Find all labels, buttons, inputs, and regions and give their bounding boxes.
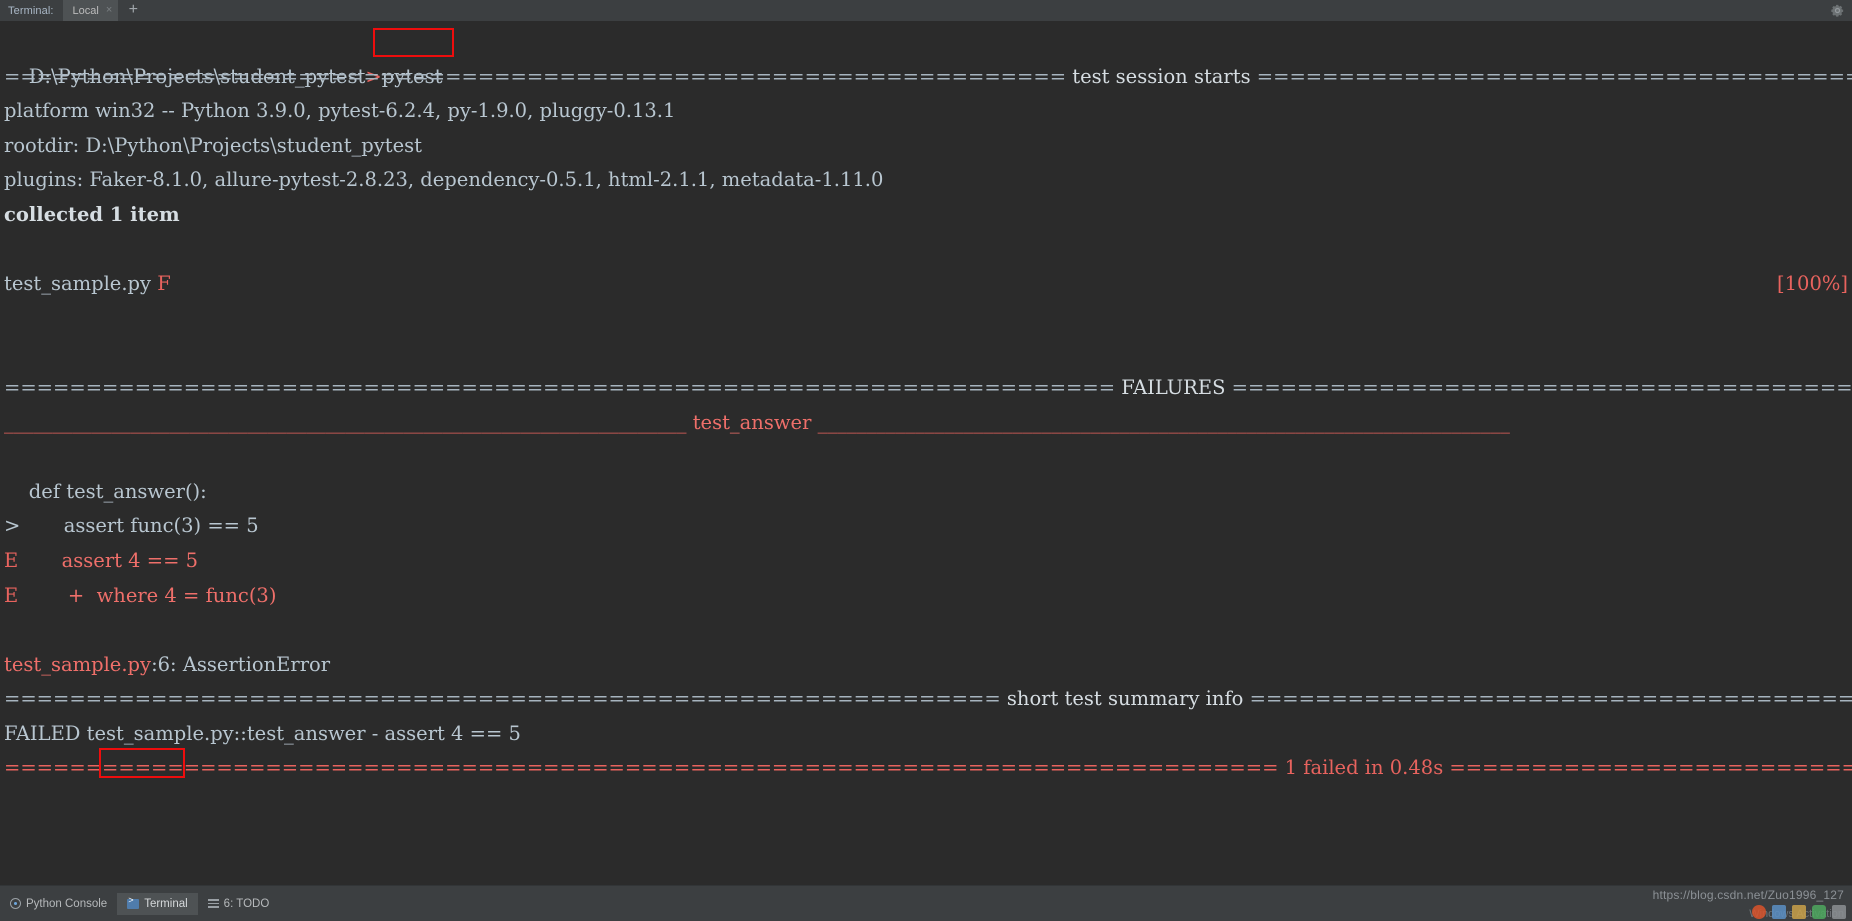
status-item-todo[interactable]: 6: TODO	[198, 893, 280, 915]
terminal-text: def test_answer():	[4, 479, 207, 503]
terminal-line-platform: platform win32 -- Python 3.9.0, pytest-6…	[4, 94, 1852, 129]
terminal-tab-local[interactable]: Local ×	[62, 0, 119, 21]
status-item-python-console[interactable]: Python Console	[0, 893, 117, 915]
terminal-line-blank-4	[4, 440, 1852, 475]
terminal-line-error-where: E + where 4 = func(3)	[4, 579, 1852, 614]
terminal-text: :6:	[151, 652, 183, 676]
terminal-line-failure-title: ________________________________________…	[4, 406, 1852, 441]
watermark-url: https://blog.csdn.net/Zuo1996_127	[1652, 888, 1844, 902]
terminal-line-final-result: ========================================…	[4, 751, 1852, 786]
terminal-line-code-def: def test_answer():	[4, 475, 1852, 510]
terminal-text: AssertionError	[182, 652, 331, 676]
tray-browser-icon	[1752, 905, 1766, 919]
add-tab-button[interactable]: +	[118, 0, 148, 21]
close-icon[interactable]: ×	[106, 5, 112, 16]
terminal-text: short test summary info	[1006, 687, 1244, 711]
terminal-line-test-progress: test_sample.py F [100%]	[4, 267, 1852, 302]
terminal-lines: ========================================…	[4, 60, 1852, 786]
terminal-text: assert func(3) == 5	[20, 514, 259, 538]
terminal-text: ========================================…	[1249, 687, 1852, 711]
terminal-text: ========================================…	[4, 64, 1067, 88]
terminal-text: assert 4 == 5	[18, 548, 199, 572]
terminal-text: test_sample.py	[4, 652, 152, 676]
tray-grid-icon	[1772, 905, 1786, 919]
terminal-text: test_answer	[692, 410, 812, 434]
terminal-text: FAILED test_sample.py::test_answer - ass…	[4, 721, 521, 745]
python-console-icon	[10, 898, 21, 909]
tray-chat-icon	[1812, 905, 1826, 919]
terminal-text: >	[4, 514, 21, 538]
terminal-text: E	[4, 583, 19, 607]
status-item-terminal-label: Terminal	[144, 897, 188, 910]
terminal-text: rootdir: D:\Python\Projects\student_pyte…	[4, 133, 423, 157]
terminal-line-code-assert: > assert func(3) == 5	[4, 509, 1852, 544]
terminal-line-error-assert: E assert 4 == 5	[4, 544, 1852, 579]
terminal-text: ========================================…	[1449, 756, 1852, 780]
terminal-line-summary-failed: FAILED test_sample.py::test_answer - ass…	[4, 717, 1852, 752]
terminal-text: ========================================…	[1231, 375, 1852, 399]
terminal-text: ========================================…	[4, 375, 1122, 399]
terminal-line-error-location: test_sample.py:6: AssertionError	[4, 648, 1852, 683]
terminal-text: F	[157, 272, 171, 296]
terminal-text: ========================================…	[4, 687, 1007, 711]
terminal-text: ========================================…	[4, 756, 1279, 780]
terminal-line-blank-5	[4, 613, 1852, 648]
terminal-text: ________________________________________…	[811, 410, 1510, 434]
ide-status-bar: Python Console Terminal 6: TODO https://…	[0, 885, 1852, 921]
terminal-output-pane[interactable]: D:\Python\Projects\student_pytest>pytest…	[0, 21, 1852, 885]
terminal-strip-label: Terminal:	[8, 4, 54, 17]
terminal-text: 1 failed in 0.48s	[1278, 756, 1450, 780]
terminal-text: FAILURES	[1121, 375, 1226, 399]
tray-folder-icon	[1792, 905, 1806, 919]
terminal-line-failures-header: ========================================…	[4, 371, 1852, 406]
tray-icons	[1752, 905, 1846, 919]
terminal-prompt-line: D:\Python\Projects\student_pytest>pytest	[4, 25, 1852, 88]
terminal-text: test_sample.py	[4, 272, 158, 296]
terminal-icon	[127, 896, 140, 909]
gear-icon[interactable]	[1830, 3, 1845, 18]
todo-list-icon	[207, 899, 219, 908]
terminal-line-blank-2	[4, 302, 1852, 337]
terminal-progress-percent: [100%]	[1777, 272, 1848, 296]
terminal-text: ========================================…	[1256, 64, 1852, 88]
terminal-line-session-header: ========================================…	[4, 60, 1852, 95]
terminal-line-plugins: plugins: Faker-8.1.0, allure-pytest-2.8.…	[4, 163, 1852, 198]
terminal-text: ________________________________________…	[4, 410, 693, 434]
terminal-line-blank-1	[4, 233, 1852, 268]
status-item-todo-label: 6: TODO	[223, 897, 270, 910]
terminal-text: E	[4, 548, 19, 572]
status-item-python-console-label: Python Console	[26, 897, 108, 910]
terminal-line-collected: collected 1 item	[4, 198, 1852, 233]
status-item-terminal[interactable]: Terminal	[117, 892, 198, 915]
terminal-text: + where 4 = func(3)	[18, 583, 277, 607]
terminal-text: platform win32 -- Python 3.9.0, pytest-6…	[4, 99, 676, 123]
terminal-text: collected 1 item	[4, 202, 180, 226]
terminal-tab-local-label: Local	[72, 4, 99, 17]
terminal-line-blank-3	[4, 336, 1852, 371]
terminal-line-rootdir: rootdir: D:\Python\Projects\student_pyte…	[4, 129, 1852, 164]
terminal-tab-strip: Terminal: Local × +	[0, 0, 1852, 22]
terminal-text: test session starts	[1066, 64, 1257, 88]
tray-misc-icon	[1832, 905, 1846, 919]
terminal-text: plugins: Faker-8.1.0, allure-pytest-2.8.…	[4, 168, 884, 192]
terminal-line-right: [100%]	[1777, 267, 1848, 302]
terminal-line-summary-header: ========================================…	[4, 682, 1852, 717]
